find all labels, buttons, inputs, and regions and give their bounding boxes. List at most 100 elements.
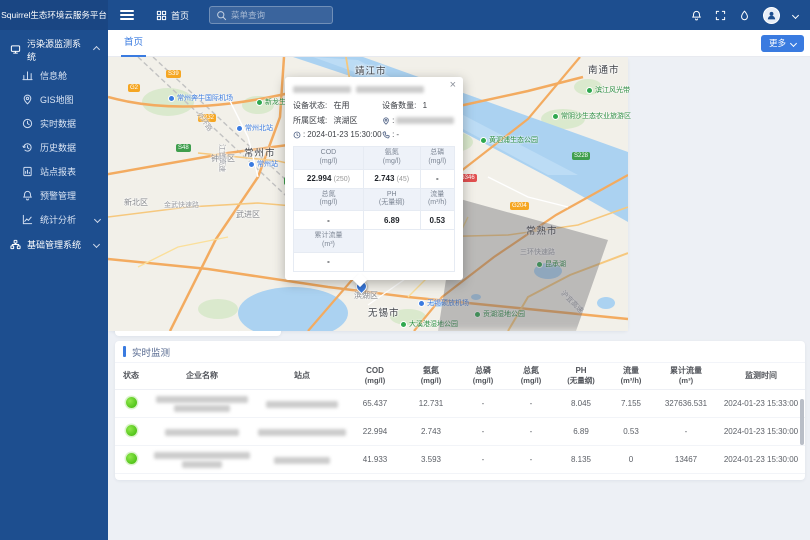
- redacted-text: [274, 457, 330, 464]
- chevron-down-icon: [94, 215, 101, 222]
- topbar: 首页: [108, 0, 810, 30]
- close-icon[interactable]: ×: [450, 80, 456, 91]
- device-address: :: [382, 115, 455, 126]
- value-cell: 22.994: [347, 418, 403, 446]
- topbar-home-link[interactable]: 首页: [156, 9, 189, 22]
- sidebar-group-label: 污染源监测系统: [27, 37, 88, 63]
- sidebar-item-实时数据[interactable]: 实时数据: [0, 111, 108, 135]
- sidebar: Squirrel生态环境云服务平台 污染源监测系统信息舱 GIS地图实时数据历史数…: [0, 0, 108, 540]
- table-row[interactable]: 22.9942.743--6.890.53-2024-01-23 15:30:0…: [115, 418, 805, 446]
- chevron-down-icon[interactable]: [792, 11, 799, 18]
- gis-map[interactable]: 靖江市南通市常州市无锡市常熟市新北区钟楼区武进区滨湖区金武快速路三环快速路外环路…: [108, 57, 628, 331]
- map-poi: 昆承湖: [536, 259, 566, 269]
- device-region: 所属区域: 滨湖区: [293, 115, 382, 126]
- value-cell: 2024-01-23 15:30:00: [717, 418, 805, 446]
- company-name-cell: [147, 418, 257, 446]
- sidebar-item-历史数据[interactable]: 历史数据: [0, 135, 108, 159]
- poi-marker-icon: [480, 137, 487, 144]
- history-icon: [21, 141, 33, 153]
- value-cell: 12.731: [403, 390, 459, 418]
- table-scrollbar[interactable]: [800, 399, 804, 445]
- sidebar-group-label: 基础管理系统: [27, 238, 81, 251]
- sidebar-item-统计分析[interactable]: 统计分析: [0, 207, 108, 231]
- column-header-监测时间: 监测时间: [717, 363, 805, 390]
- search-icon: [216, 10, 227, 21]
- poi-label: 黄泗浦生态公园: [489, 135, 538, 145]
- sidebar-group-基础管理系统[interactable]: 基础管理系统: [0, 231, 108, 258]
- map-poi: 常州站: [248, 159, 278, 169]
- realtime-monitor-panel: 实时监测 状态企业名称站点COD(mg/l)氨氮(mg/l)总磷(mg/l)总氮…: [115, 341, 805, 480]
- poi-marker-icon: [400, 321, 407, 328]
- more-button[interactable]: 更多: [761, 35, 804, 52]
- poi-marker-icon: [418, 300, 425, 307]
- search-input[interactable]: [231, 10, 326, 20]
- value-cell: -: [459, 390, 507, 418]
- menu-toggle-icon[interactable]: [120, 10, 134, 20]
- map-label-city: 南通市: [588, 62, 620, 76]
- sidebar-item-label: 实时数据: [40, 117, 76, 130]
- avatar[interactable]: [763, 7, 780, 24]
- popup-metric-header: 累计流量(m³): [294, 230, 364, 253]
- sidebar-item-站点报表[interactable]: 站点报表: [0, 159, 108, 183]
- popup-metric-value: 6.89: [363, 211, 420, 230]
- report-icon: [21, 165, 33, 177]
- app-logo: Squirrel生态环境云服务平台: [0, 0, 108, 30]
- fullscreen-icon[interactable]: [715, 10, 726, 21]
- popup-title-redacted: [293, 86, 455, 93]
- phone-icon: [382, 131, 390, 139]
- sidebar-item-label: 预警管理: [40, 189, 76, 202]
- value-cell: -: [507, 446, 555, 474]
- notification-icon[interactable]: [691, 10, 702, 21]
- map-label-district: 新北区: [124, 197, 148, 208]
- road-badge: S228: [572, 152, 590, 160]
- value-cell: -: [459, 446, 507, 474]
- column-header-总氮: 总氮(mg/l): [507, 363, 555, 390]
- clock-icon: [21, 117, 33, 129]
- sidebar-item-GIS地图[interactable]: GIS地图: [0, 87, 108, 111]
- poi-label: 常阴沙生态农业旅游区: [561, 111, 628, 121]
- poi-label: 大溪港湿地公园: [409, 319, 458, 329]
- value-cell: 327636.531: [655, 390, 717, 418]
- map-poi: 黄泗浦生态公园: [480, 135, 538, 145]
- base-system-icon: [9, 239, 21, 251]
- popup-metric-header: 总磷(mg/l): [420, 147, 454, 170]
- table-row[interactable]: 41.9333.593--8.1350134672024-01-23 15:30…: [115, 446, 805, 474]
- sidebar-item-label: 信息舱: [40, 69, 67, 82]
- road-badge: G2: [128, 84, 140, 92]
- sidebar-item-label: 历史数据: [40, 141, 76, 154]
- value-cell: -: [655, 418, 717, 446]
- column-header-状态: 状态: [115, 363, 147, 390]
- popup-metric-value: 22.994 (250): [294, 169, 364, 188]
- device-count: 设备数量: 1: [382, 100, 455, 111]
- station-cell: [257, 390, 347, 418]
- poi-marker-icon: [552, 113, 559, 120]
- popup-info: 设备状态: 在用 设备数量: 1 所属区域: 滨湖区 : : 2024-01-: [293, 100, 455, 139]
- grid-icon: [156, 10, 167, 21]
- value-cell: 8.135: [555, 446, 607, 474]
- poi-marker-icon: [474, 311, 481, 318]
- table-row[interactable]: 65.43712.731--8.0457.155327636.5312024-0…: [115, 390, 805, 418]
- device-phone: : -: [382, 130, 455, 139]
- map-poi: 常州奔牛国际机场: [168, 93, 233, 103]
- value-cell: 2024-01-23 15:30:00: [717, 446, 805, 474]
- company-name-cell: [147, 390, 257, 418]
- popup-metric-header: 氨氮(mg/l): [363, 147, 420, 170]
- column-header-氨氮: 氨氮(mg/l): [403, 363, 459, 390]
- redacted-text: [154, 452, 250, 459]
- tab-home[interactable]: 首页: [121, 30, 146, 57]
- value-cell: 65.437: [347, 390, 403, 418]
- map-poi: 常州北站: [236, 123, 273, 133]
- device-time: : 2024-01-23 15:30:00: [293, 130, 382, 139]
- popup-metric-header: 流量(m³/h): [420, 188, 454, 211]
- column-header-PH: PH(无量纲): [555, 363, 607, 390]
- sidebar-item-预警管理[interactable]: 预警管理: [0, 183, 108, 207]
- sidebar-group-污染源监测系统[interactable]: 污染源监测系统: [0, 36, 108, 63]
- map-label-district: 武进区: [236, 209, 260, 220]
- monitor-table: 状态企业名称站点COD(mg/l)氨氮(mg/l)总磷(mg/l)总氮(mg/l…: [115, 363, 805, 474]
- poi-marker-icon: [236, 125, 243, 132]
- popup-metric-header: PH(无量纲): [363, 188, 420, 211]
- theme-icon[interactable]: [739, 10, 750, 21]
- sidebar-item-信息舱[interactable]: 信息舱: [0, 63, 108, 87]
- status-cell: [115, 390, 147, 418]
- menu-search[interactable]: [209, 6, 333, 24]
